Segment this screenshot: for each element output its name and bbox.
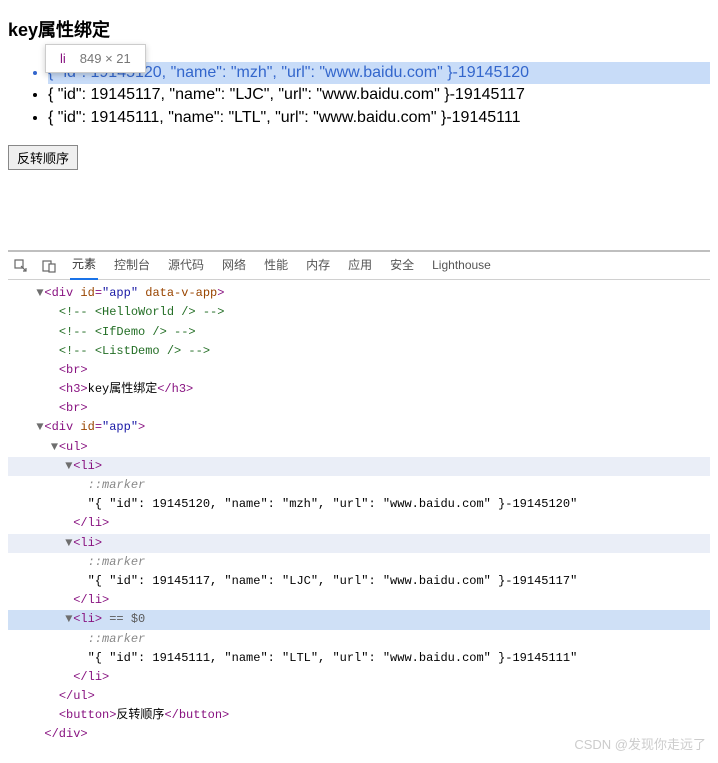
list-item: { "id": 19145111, "name": "LTL", "url": … [48,107,710,129]
dom-tree-row[interactable]: </ul> [8,687,710,706]
tooltip-tag: li [60,51,66,66]
devtools-tab[interactable]: 性能 [262,252,290,279]
dom-tree-row[interactable]: <!-- <ListDemo /> --> [8,342,710,361]
list-item: { "id": 19145120, "name": "mzh", "url": … [48,62,710,84]
devtools-tab[interactable]: 安全 [388,252,416,279]
dom-tree-row[interactable]: ▼<li> [8,534,710,553]
dom-tree-row[interactable]: "{ "id": 19145111, "name": "LTL", "url":… [8,649,710,668]
element-tooltip: li 849 × 21 [45,44,146,73]
dom-tree-row[interactable]: ▼<ul> [8,438,710,457]
dom-tree-row[interactable]: <br> [8,399,710,418]
device-icon[interactable] [42,259,56,273]
dom-tree-row[interactable]: </li> [8,514,710,533]
devtools-tab[interactable]: Lighthouse [430,252,493,279]
devtools-tab[interactable]: 元素 [70,251,98,280]
dom-tree-row[interactable]: ▼<div id="app"> [8,418,710,437]
dom-tree-row[interactable]: ▼<li> [8,457,710,476]
dom-tree-row[interactable]: ::marker [8,630,710,649]
dom-tree-row[interactable]: ▼<div id="app" data-v-app> [8,284,710,303]
tooltip-dimensions: 849 × 21 [80,51,131,66]
inspect-icon[interactable] [14,259,28,273]
dom-tree-row[interactable]: ::marker [8,476,710,495]
devtools-tab[interactable]: 源代码 [166,252,206,279]
dom-tree-row[interactable]: "{ "id": 19145120, "name": "mzh", "url":… [8,495,710,514]
page-title: key属性绑定 [8,16,710,42]
list-item: { "id": 19145117, "name": "LJC", "url": … [48,84,710,106]
dom-tree-row[interactable]: <h3>key属性绑定</h3> [8,380,710,399]
reverse-button[interactable]: 反转顺序 [8,145,78,170]
dom-tree-row[interactable]: </li> [8,591,710,610]
dom-tree-row[interactable]: <br> [8,361,710,380]
dom-tree-row[interactable]: ::marker [8,553,710,572]
dom-tree-row[interactable]: <!-- <HelloWorld /> --> [8,303,710,322]
devtools-tabs: 元素控制台源代码网络性能内存应用安全 Lighthouse [8,252,710,280]
elements-panel[interactable]: ▼<div id="app" data-v-app> <!-- <HelloWo… [8,280,710,755]
dom-tree-row[interactable]: "{ "id": 19145117, "name": "LJC", "url":… [8,572,710,591]
dom-tree-row[interactable]: <button>反转顺序</button> [8,706,710,725]
dom-tree-row[interactable]: ▼<li> == $0 [8,610,710,629]
devtools-tab[interactable]: 网络 [220,252,248,279]
dom-tree-row[interactable]: <!-- <IfDemo /> --> [8,323,710,342]
dom-tree-row[interactable]: </li> [8,668,710,687]
devtools-tab[interactable]: 应用 [346,252,374,279]
devtools-tab[interactable]: 控制台 [112,252,152,279]
dom-tree-row[interactable]: </div> [8,725,710,744]
devtools-tab[interactable]: 内存 [304,252,332,279]
